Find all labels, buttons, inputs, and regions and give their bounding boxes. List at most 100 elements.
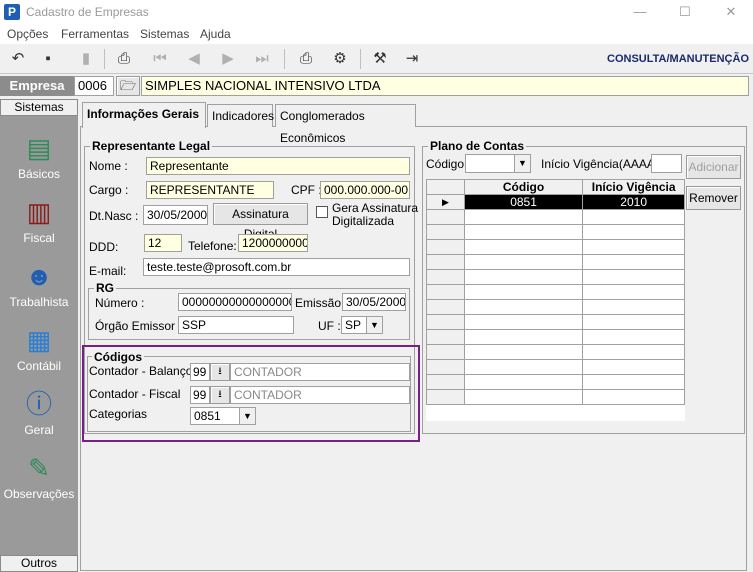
document-icon[interactable]: ▮ (74, 48, 98, 70)
uf-value: SP (345, 318, 362, 332)
minimize-button[interactable]: — (625, 3, 655, 21)
table-row[interactable] (426, 209, 685, 225)
row-indicator-icon: ▶ (426, 194, 465, 210)
vigencia-field[interactable] (651, 154, 682, 173)
app-icon: P (4, 4, 20, 20)
tab-conglomerados[interactable]: Conglomerados Econômicos (275, 104, 416, 145)
menu-ferramentas[interactable]: Ferramentas (61, 27, 129, 41)
table-row[interactable] (426, 269, 685, 285)
last-record-icon[interactable]: ⏭ (250, 48, 274, 70)
table-row[interactable] (426, 299, 685, 315)
sidebar-item-trabalhista[interactable]: ☻ Trabalhista (0, 259, 78, 319)
table-row[interactable] (426, 344, 685, 360)
empresa-code-field[interactable]: 0006 (74, 76, 114, 96)
cargo-label: Cargo : (89, 183, 129, 197)
plano-title: Plano de Contas (428, 139, 527, 153)
first-record-icon[interactable]: ⏮ (148, 48, 172, 70)
email-field[interactable]: teste.teste@prosoft.com.br (143, 258, 410, 276)
sidebar-item-label: Trabalhista (9, 295, 69, 309)
table-row[interactable] (426, 239, 685, 255)
plano-codigo-label: Código: (426, 157, 468, 171)
ddd-label: DDD: (89, 240, 119, 254)
rg-numero-field[interactable]: 00000000000000000 (178, 293, 292, 311)
sidebar-item-fiscal[interactable]: ▥ Fiscal (0, 195, 78, 255)
gera-assinatura-checkbox[interactable] (316, 206, 328, 218)
search-document-icon[interactable]: ⎙ (112, 48, 136, 70)
open-folder-icon[interactable]: 🗁 (116, 76, 140, 96)
sidebar-item-label: Observações (3, 487, 75, 501)
sidebar-item-label: Geral (24, 423, 54, 437)
uf-label: UF : (318, 319, 341, 333)
dtnasc-field[interactable]: 30/05/2000 (143, 205, 208, 225)
worker-icon: ☻ (25, 261, 53, 291)
menu-sistemas[interactable]: Sistemas (140, 27, 189, 41)
table-row[interactable] (426, 329, 685, 345)
book-icon: ▤ (26, 133, 52, 163)
toolbar: ↶ ▪ ▮ ⎙ ⏮ ◀ ▶ ⏭ ⎙ ⚙ ⚒ ⇥ CONSULTA/MANUTEN… (0, 44, 753, 74)
nome-field[interactable]: Representante (146, 157, 410, 175)
sidebar-header[interactable]: Sistemas (0, 99, 78, 116)
table-row[interactable] (426, 254, 685, 270)
sidebar-item-label: Fiscal (23, 231, 55, 245)
cargo-field[interactable]: REPRESENTANTE (146, 181, 274, 199)
close-button[interactable]: ✕ (716, 3, 746, 21)
sidebar-item-contabil[interactable]: ▦ Contábil (0, 323, 78, 383)
chevron-down-icon[interactable]: ▼ (514, 155, 530, 172)
orgao-label: Órgão Emissor : (95, 319, 182, 333)
print-icon[interactable]: ⎙ (294, 48, 318, 70)
chevron-down-icon[interactable]: ▼ (366, 317, 382, 333)
ddd-field[interactable]: 12 (144, 234, 182, 252)
grid-cell-codigo[interactable]: 0851 (463, 194, 584, 210)
empresa-label: Empresa (0, 76, 74, 96)
tab-informacoes-gerais[interactable]: Informações Gerais (82, 102, 206, 128)
table-row[interactable] (426, 314, 685, 330)
save-icon[interactable]: ▪ (36, 48, 60, 70)
grid-header-codigo[interactable]: Código (463, 179, 584, 195)
mode-label: CONSULTA/MANUTENÇÃO (607, 53, 749, 65)
tab-indicadores[interactable]: Indicadores (207, 104, 274, 127)
undo-icon[interactable]: ↶ (6, 48, 30, 70)
table-row[interactable] (426, 389, 685, 405)
telefone-field[interactable]: 1200000000 (238, 234, 308, 252)
sidebar-item-observacoes[interactable]: ✎ Observações (0, 451, 78, 511)
exit-icon[interactable]: ⇥ (400, 48, 424, 70)
previous-record-icon[interactable]: ◀ (182, 48, 206, 70)
sidebar-footer[interactable]: Outros (0, 555, 78, 572)
plano-grid: Código Início Vigência ▶ 0851 2010 (426, 179, 685, 421)
table-row[interactable] (426, 359, 685, 375)
menu-ajuda[interactable]: Ajuda (200, 27, 231, 41)
settings-icon[interactable]: ⚙ (328, 48, 352, 70)
emissao-label: Emissão : (295, 296, 348, 310)
rg-title: RG (94, 281, 116, 295)
cpf-label: CPF : (291, 183, 322, 197)
title-bar: P Cadastro de Empresas — ☐ ✕ (0, 0, 753, 24)
telefone-label: Telefone: (188, 239, 237, 253)
fiscal-icon: ▥ (26, 197, 52, 227)
table-row[interactable] (426, 224, 685, 240)
sidebar-item-geral[interactable]: ⓘ Geral (0, 387, 78, 447)
tools-icon[interactable]: ⚒ (368, 48, 392, 70)
table-row[interactable] (426, 374, 685, 390)
adicionar-button[interactable]: Adicionar (686, 155, 741, 179)
grid-corner (426, 179, 465, 195)
empresa-name-field[interactable]: SIMPLES NACIONAL INTENSIVO LTDA (141, 76, 749, 96)
dtnasc-label: Dt.Nasc : (89, 209, 139, 223)
grid-cell-vigencia[interactable]: 2010 (582, 194, 685, 210)
maximize-button[interactable]: ☐ (670, 3, 700, 21)
window-title: Cadastro de Empresas (26, 5, 149, 19)
assinatura-digital-button[interactable]: Assinatura Digital (213, 203, 308, 241)
cpf-field[interactable]: 000.000.000-00 (320, 181, 410, 199)
menu-opcoes[interactable]: Opções (7, 27, 48, 41)
sidebar-item-label: Básicos (17, 167, 61, 181)
orgao-field[interactable]: SSP (178, 316, 294, 334)
remover-button[interactable]: Remover (686, 186, 741, 210)
representante-title: Representante Legal (90, 139, 213, 153)
grid-header-vigencia[interactable]: Início Vigência (582, 179, 685, 195)
next-record-icon[interactable]: ▶ (216, 48, 240, 70)
sidebar-item-basicos[interactable]: ▤ Básicos (0, 131, 78, 191)
table-row[interactable] (426, 284, 685, 300)
emissao-field[interactable]: 30/05/2000 (342, 293, 406, 311)
highlight-box (82, 345, 420, 442)
menu-bar: Opções Ferramentas Sistemas Ajuda (0, 24, 753, 44)
table-row[interactable]: ▶ 0851 2010 (426, 194, 685, 210)
